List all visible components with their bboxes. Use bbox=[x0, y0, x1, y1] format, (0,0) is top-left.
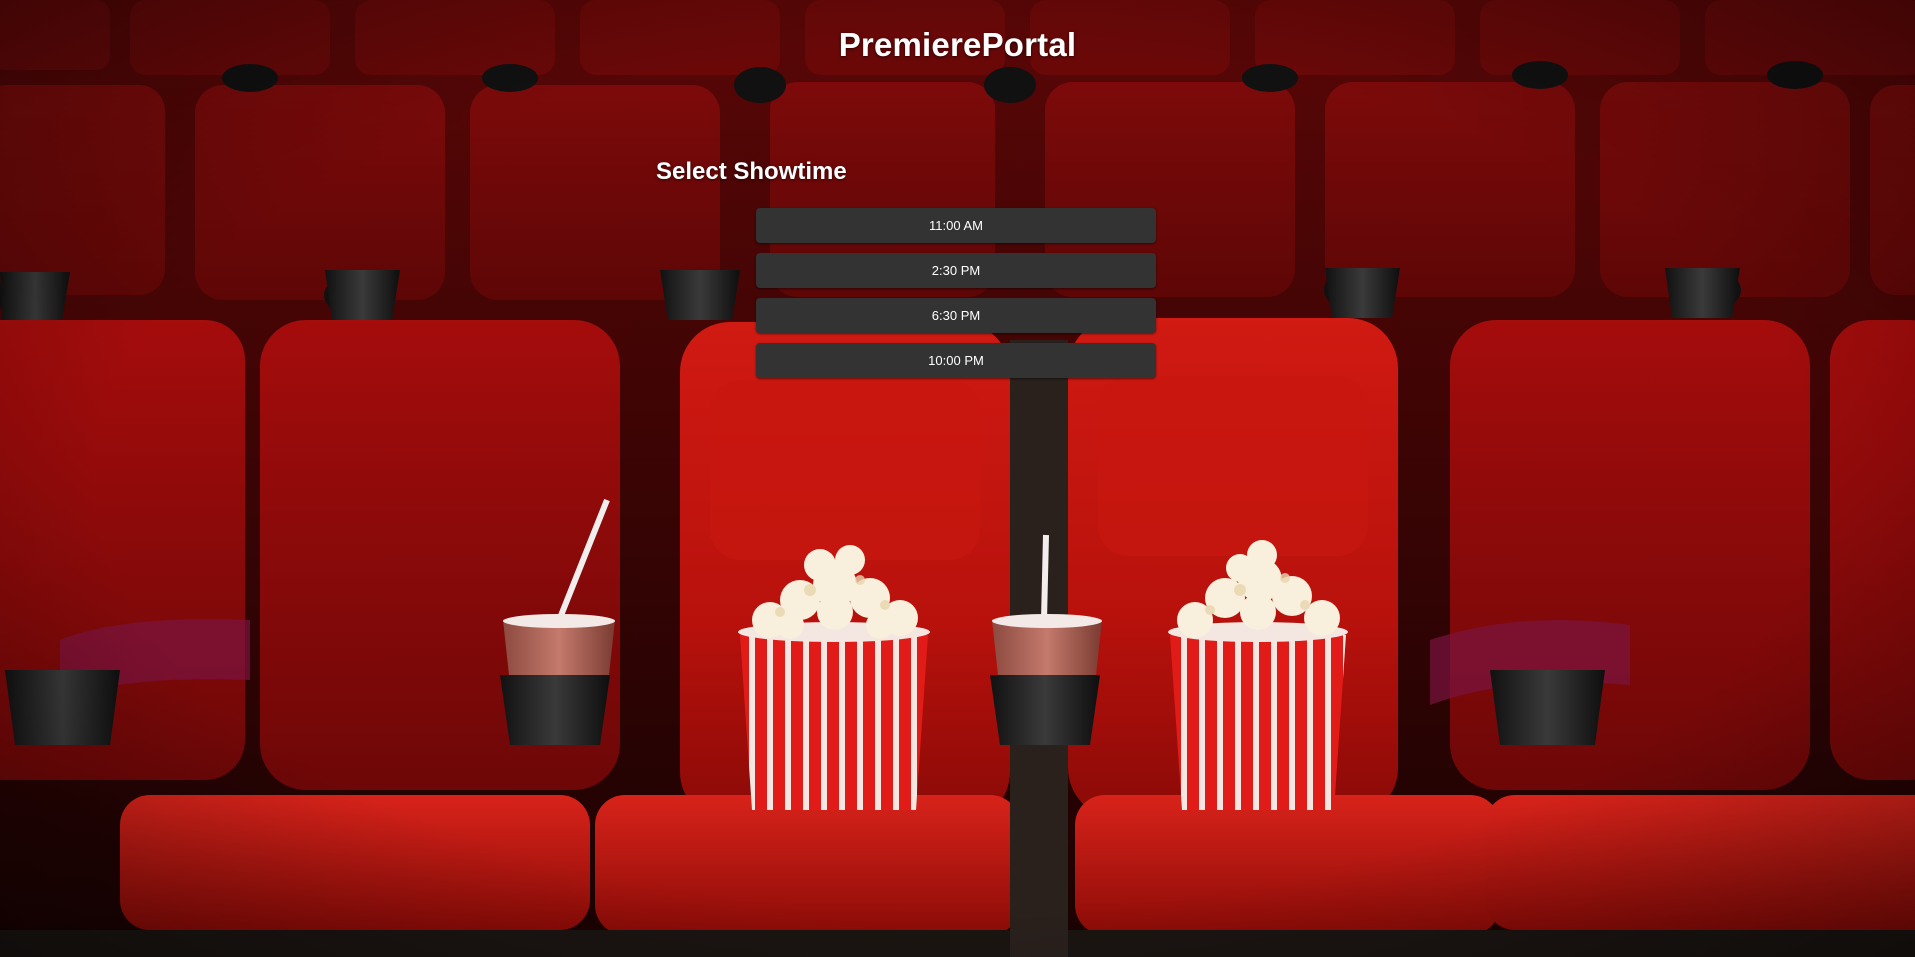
showtime-button-230pm[interactable]: 2:30 PM bbox=[756, 253, 1156, 288]
showtime-list-item: 10:00 PM bbox=[756, 343, 1156, 378]
showtime-list-item: 11:00 AM bbox=[756, 208, 1156, 243]
showtime-list: 11:00 AM 2:30 PM 6:30 PM 10:00 PM bbox=[756, 208, 1156, 388]
showtime-button-1000pm[interactable]: 10:00 PM bbox=[756, 343, 1156, 378]
showtime-list-item: 2:30 PM bbox=[756, 253, 1156, 288]
showtime-button-630pm[interactable]: 6:30 PM bbox=[756, 298, 1156, 333]
select-showtime-heading: Select Showtime bbox=[656, 158, 847, 185]
showtime-list-item: 6:30 PM bbox=[756, 298, 1156, 333]
app-title: PremierePortal bbox=[838, 26, 1077, 63]
cinema-background-image bbox=[0, 0, 1915, 957]
showtime-button-1100am[interactable]: 11:00 AM bbox=[756, 208, 1156, 243]
